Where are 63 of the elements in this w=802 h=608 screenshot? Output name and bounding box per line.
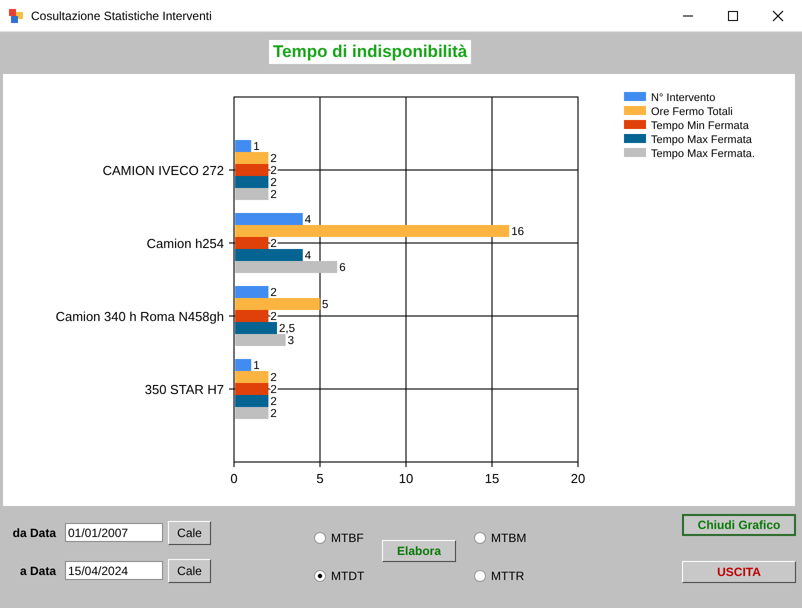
- category-label: Camion 340 h Roma N458gh: [56, 309, 224, 324]
- radio-label: MTDT: [331, 569, 364, 583]
- bar: [235, 334, 286, 346]
- data-label: 1: [253, 360, 260, 372]
- radio-label: MTTR: [491, 569, 524, 583]
- data-label: 4: [304, 250, 312, 262]
- date-label: da Data: [12, 526, 56, 540]
- axis-tick-label: 0: [230, 471, 238, 486]
- legend-label: Ore Fermo Totali: [651, 106, 733, 118]
- radio-button[interactable]: [474, 532, 486, 544]
- exit-button[interactable]: USCITA: [682, 561, 796, 583]
- data-label: 2: [270, 408, 277, 420]
- chart-title: Tempo di indisponibilità: [269, 40, 472, 64]
- bar: [235, 164, 268, 176]
- legend-swatch: [624, 148, 646, 157]
- window-title: Cosultazione Statistiche Interventi: [31, 8, 212, 22]
- calendar-button[interactable]: Cale: [168, 520, 211, 544]
- data-label: 1: [253, 141, 260, 153]
- legend-label: Tempo Max Fermata: [651, 134, 752, 146]
- bar: [235, 176, 268, 188]
- axis-tick-label: 15: [484, 471, 500, 486]
- axis-tick-label: 10: [398, 471, 414, 486]
- data-label: 2: [270, 153, 277, 165]
- bar: [235, 407, 268, 419]
- radio-button[interactable]: [474, 570, 486, 582]
- calendar-button[interactable]: Cale: [168, 558, 211, 582]
- data-label: 2: [270, 372, 277, 384]
- category-label: 350 STAR H7: [144, 382, 224, 397]
- date-field[interactable]: 15/04/2024: [65, 561, 163, 580]
- legend-label: Tempo Max Fermata.: [651, 148, 755, 160]
- date-label: a Data: [18, 564, 56, 578]
- app-icon: [9, 8, 23, 22]
- radio-button[interactable]: [314, 532, 326, 544]
- radio-label: MTBF: [331, 531, 364, 545]
- data-label: 4: [304, 214, 312, 226]
- data-label: 2: [270, 287, 277, 299]
- data-label: 6: [339, 262, 346, 274]
- data-label: 2: [270, 396, 277, 408]
- date-field[interactable]: 01/01/2007: [65, 523, 163, 542]
- data-label: 3: [288, 335, 294, 347]
- bar: [235, 395, 268, 407]
- legend-swatch: [624, 106, 646, 115]
- legend-label: N° Intervento: [651, 92, 716, 104]
- axis-tick-label: 20: [570, 471, 586, 486]
- bar: [235, 188, 268, 200]
- bar: [235, 322, 277, 334]
- data-label: 5: [322, 299, 328, 311]
- legend-label: Tempo Min Fermata: [651, 120, 749, 132]
- radio-label: MTBM: [491, 531, 526, 545]
- close-icon[interactable]: [772, 10, 784, 22]
- radio-button[interactable]: [314, 570, 326, 582]
- legend-swatch: [624, 92, 646, 101]
- data-label: 16: [511, 226, 524, 238]
- legend-swatch: [624, 120, 646, 129]
- legend-swatch: [624, 134, 646, 143]
- category-label: CAMION IVECO 272: [102, 163, 224, 178]
- axis-tick-label: 5: [316, 471, 324, 486]
- maximize-icon[interactable]: [727, 10, 739, 22]
- category-label: Camion h254: [146, 236, 224, 251]
- data-label: 2: [270, 189, 277, 201]
- bar: [235, 383, 268, 395]
- data-label: 2,5: [279, 323, 295, 335]
- data-label: 2: [270, 177, 277, 189]
